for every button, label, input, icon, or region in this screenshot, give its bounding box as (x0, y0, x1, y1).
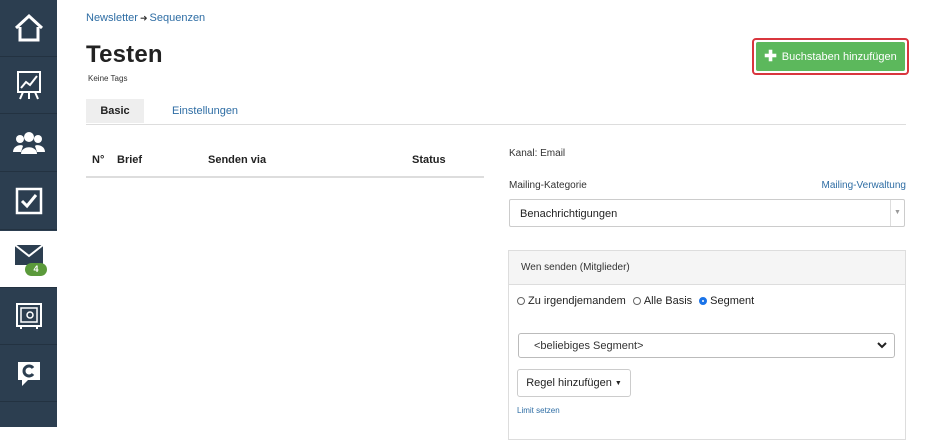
segment-select[interactable]: <beliebiges Segment> (518, 333, 895, 358)
users-icon (12, 132, 45, 154)
recipients-radio-group: Zu irgendjemandem Alle Basis Segment (517, 295, 761, 307)
radio-all-base[interactable]: Alle Basis (632, 295, 693, 307)
recipients-title: Wen senden (Mitglieder) (509, 251, 905, 285)
radio-circle (632, 297, 641, 305)
radio-segment-label: Segment (710, 295, 755, 307)
sidebar-item-members[interactable] (0, 115, 57, 172)
tab-basic[interactable]: Basic (86, 99, 144, 123)
column-status: Status (412, 154, 446, 166)
add-letters-button[interactable]: ✚ Buchstaben hinzufügen (756, 42, 905, 71)
add-button-highlight: ✚ Buchstaben hinzufügen (752, 38, 909, 75)
column-number: N° (92, 154, 105, 166)
breadcrumb-separator: ➜ (139, 13, 148, 23)
radio-anyone-label: Zu irgendjemandem (528, 295, 626, 307)
set-limit-link[interactable]: Limit setzen (517, 406, 560, 415)
chevron-down-icon (877, 342, 887, 349)
table-header: N° Brief Senden via Status (86, 148, 484, 178)
add-rule-label: Regel hinzufügen (526, 377, 612, 389)
radio-anyone[interactable]: Zu irgendjemandem (517, 295, 626, 307)
segment-select-value: <beliebiges Segment> (534, 340, 644, 352)
sidebar-item-support[interactable] (0, 345, 57, 402)
sidebar-item-home[interactable] (0, 0, 57, 57)
mailing-category-label: Mailing-Kategorie (509, 180, 587, 191)
sidebar-item-stats[interactable] (0, 57, 57, 114)
sidebar-item-safe[interactable] (0, 288, 57, 345)
chart-icon (16, 71, 41, 100)
home-icon (14, 13, 43, 42)
page-title: Testen (86, 41, 163, 68)
mailing-management-link[interactable]: Mailing-Verwaltung (822, 180, 907, 191)
caret-down-icon: ▼ (614, 379, 622, 387)
add-rule-button[interactable]: Regel hinzufügen ▼ (517, 369, 631, 397)
radio-circle-checked (699, 297, 708, 305)
tags-label: Keine Tags (88, 74, 128, 83)
breadcrumb-link-sequenzen[interactable]: Sequenzen (150, 12, 206, 24)
mailing-category-value: Benachrichtigungen (520, 208, 618, 220)
notification-badge: 4 (25, 263, 47, 276)
tabs: Basic Einstellungen (86, 99, 906, 125)
sidebar-item-tasks[interactable] (0, 173, 57, 230)
channel-label: Kanal: Email (509, 148, 566, 159)
c-logo-icon (17, 362, 40, 386)
radio-all-base-label: Alle Basis (643, 295, 693, 307)
mailing-category-select[interactable]: Benachrichtigungen ▼ (509, 199, 905, 227)
radio-segment[interactable]: Segment (699, 295, 754, 307)
tab-settings[interactable]: Einstellungen (172, 99, 238, 123)
breadcrumb-link-newsletter[interactable]: Newsletter (86, 12, 138, 24)
radio-circle (517, 297, 525, 305)
breadcrumb: Newsletter ➜ Sequenzen (86, 12, 205, 24)
safe-icon (15, 303, 42, 329)
column-senden-via: Senden via (208, 154, 267, 166)
add-letters-label: Buchstaben hinzufügen (781, 50, 897, 63)
sidebar: 4 (0, 0, 57, 427)
chevron-down-icon: ▼ (890, 200, 904, 226)
plus-icon: ✚ (764, 48, 777, 65)
column-brief: Brief (117, 154, 143, 166)
sidebar-item-newsletter[interactable]: 4 (0, 231, 57, 288)
recipients-panel: Wen senden (Mitglieder) Zu irgendjemande… (508, 250, 906, 440)
checkbox-icon (15, 187, 42, 215)
